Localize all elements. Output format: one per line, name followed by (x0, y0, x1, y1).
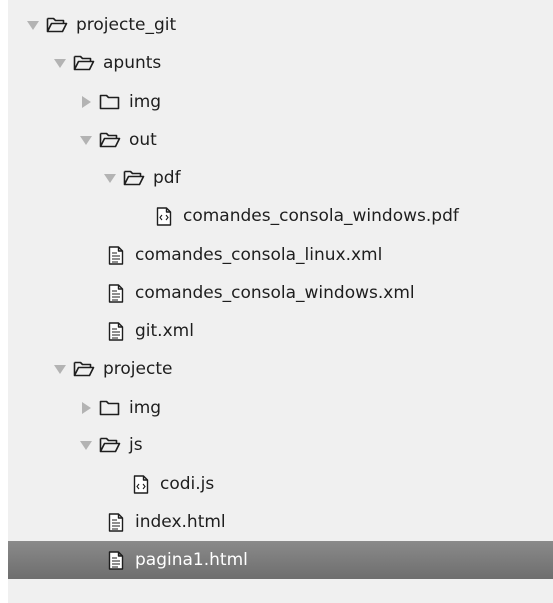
file-icon (105, 245, 127, 265)
tree-item-projecte-git[interactable]: projecte_git (8, 6, 553, 44)
tree-item-projecte[interactable]: projecte (8, 350, 553, 388)
file-icon (105, 321, 127, 341)
collapsed-arrow-icon[interactable] (79, 95, 93, 109)
tree-item-label: apunts (103, 53, 162, 73)
file-icon (105, 283, 127, 303)
open-folder-icon (46, 15, 68, 35)
tree-item-label: comandes_consola_linux.xml (135, 245, 383, 265)
tree-item-label: out (129, 130, 157, 150)
tree-item-label: codi.js (160, 474, 215, 494)
tree-item-label: js (129, 435, 143, 455)
tree-item-label: comandes_consola_windows.pdf (183, 206, 459, 226)
tree-item-label: git.xml (135, 321, 194, 341)
tree-item-label: pdf (153, 168, 181, 188)
open-folder-icon (99, 130, 121, 150)
tree-item-apunts-out[interactable]: out (8, 121, 553, 159)
tree-item-pdf-file[interactable]: comandes_consola_windows.pdf (8, 197, 553, 235)
open-folder-icon (73, 359, 95, 379)
tree-item-pagina1-html[interactable]: pagina1.html (8, 541, 553, 579)
file-tree-panel: projecte_git apunts img out pdf comandes… (8, 0, 553, 603)
tree-item-xml-windows[interactable]: comandes_consola_windows.xml (8, 274, 553, 312)
tree-item-label: comandes_consola_windows.xml (135, 283, 415, 303)
expanded-arrow-icon[interactable] (79, 133, 93, 147)
tree-item-xml-linux[interactable]: comandes_consola_linux.xml (8, 236, 553, 274)
expanded-arrow-icon[interactable] (26, 18, 40, 32)
tree-item-apunts[interactable]: apunts (8, 44, 553, 82)
tree-item-label: img (129, 398, 162, 418)
folder-icon (99, 92, 121, 112)
open-folder-icon (99, 435, 121, 455)
tree-item-apunts-out-pdf[interactable]: pdf (8, 159, 553, 197)
tree-item-label: projecte_git (76, 15, 177, 35)
tree-item-label: projecte (103, 359, 173, 379)
tree-item-label: pagina1.html (135, 550, 248, 570)
expanded-arrow-icon[interactable] (53, 56, 67, 70)
expanded-arrow-icon[interactable] (79, 438, 93, 452)
folder-icon (99, 398, 121, 418)
tree-item-label: img (129, 92, 162, 112)
expanded-arrow-icon[interactable] (53, 362, 67, 376)
tree-item-label: index.html (135, 512, 226, 532)
tree-item-index-html[interactable]: index.html (8, 503, 553, 541)
tree-item-projecte-img[interactable]: img (8, 389, 553, 427)
file-icon (105, 512, 127, 532)
tree-item-codi-js[interactable]: codi.js (8, 465, 553, 503)
file-icon (130, 474, 152, 494)
tree-item-git-xml[interactable]: git.xml (8, 312, 553, 350)
tree-item-apunts-img[interactable]: img (8, 83, 553, 121)
file-icon (153, 206, 175, 226)
tree-item-projecte-js[interactable]: js (8, 426, 553, 464)
expanded-arrow-icon[interactable] (103, 171, 117, 185)
open-folder-icon (73, 53, 95, 73)
open-folder-icon (123, 168, 145, 188)
file-icon (105, 550, 127, 570)
collapsed-arrow-icon[interactable] (79, 401, 93, 415)
